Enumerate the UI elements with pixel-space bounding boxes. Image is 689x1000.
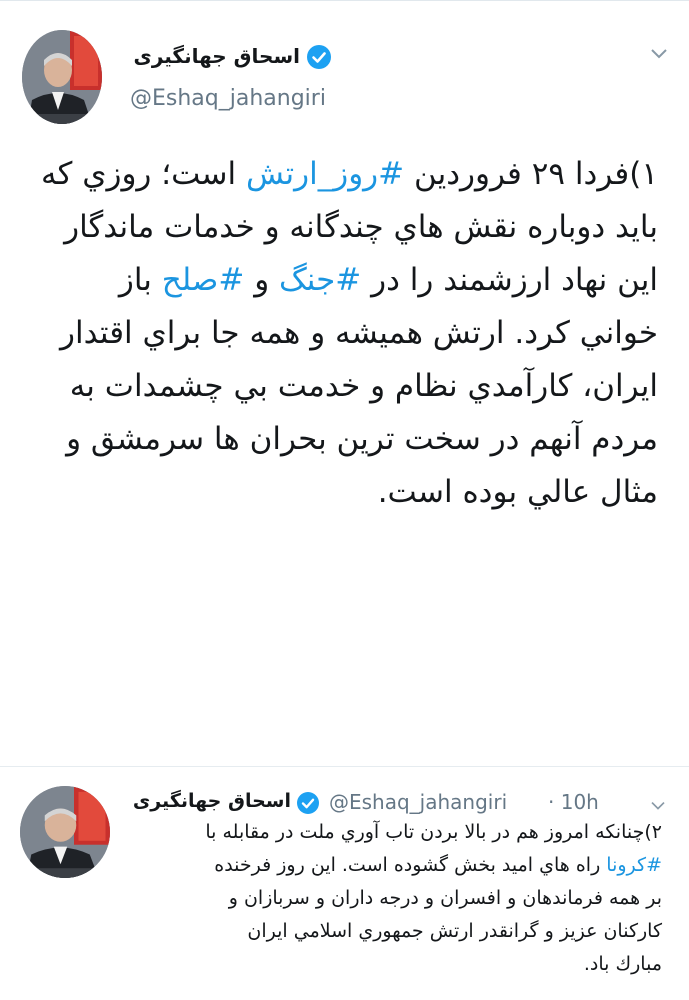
tweet-text: ۱)فردا ۲۹ فروردين #روز_ارتش است؛ روزي كه…: [30, 148, 658, 519]
verified-badge-icon: [307, 45, 331, 69]
tweet-line: بايد دوباره نقش هاي چندگانه و خدمات ماند…: [64, 209, 658, 245]
tweet-line: خواني كرد. ارتش هميشه و همه جا براي اقتد…: [60, 315, 658, 351]
tweet-line: ۲)چنانكه امروز هم در بالا بردن تاب آوري …: [205, 821, 662, 843]
hashtag-link[interactable]: #روز_ارتش: [246, 156, 404, 192]
author-name[interactable]: اسحاق جهانگیری: [130, 44, 301, 68]
verified-badge-icon: [297, 792, 319, 814]
author-name[interactable]: اسحاق جهانگیری: [126, 790, 291, 812]
author-handle[interactable]: @Eshaq_jahangiri: [130, 86, 326, 111]
tweet-line: بر همه فرماندهان و افسران و درجه داران و…: [228, 887, 662, 909]
tweet-line: مبارك باد.: [583, 953, 662, 975]
hashtag-link[interactable]: #كرونا: [606, 854, 662, 876]
chevron-down-icon[interactable]: [649, 46, 669, 60]
avatar[interactable]: [22, 30, 102, 124]
tweet-line: ۱)فردا ۲۹ فروردين #روز_ارتش است؛ روزي كه: [41, 156, 658, 192]
avatar[interactable]: [20, 786, 110, 878]
chevron-down-icon[interactable]: [649, 797, 667, 810]
tweet-line: مثال عالي بوده است.: [377, 474, 658, 510]
top-divider: [0, 0, 689, 1]
author-handle[interactable]: @Eshaq_jahangiri: [329, 790, 507, 814]
tweet-time[interactable]: · 10h: [548, 790, 599, 814]
tweet-line: مردم آنهم در سخت ترين بحران ها سرمشق و: [66, 421, 658, 457]
tweet-line: اين نهاد ارزشمند را در #جنگ و #صلح باز: [118, 262, 658, 298]
portrait-avatar-icon: [22, 30, 102, 124]
tweet-line: #كرونا راه هاي اميد بخش گشوده است. اين ر…: [214, 854, 662, 876]
tweet-line: كاركنان عزيز و گرانقدر ارتش جمهوري اسلام…: [247, 920, 662, 942]
tweet-text: ۲)چنانكه امروز هم در بالا بردن تاب آوري …: [120, 816, 662, 981]
hashtag-link[interactable]: #صلح: [162, 262, 245, 298]
portrait-avatar-icon: [20, 786, 110, 878]
hashtag-link[interactable]: #جنگ: [279, 262, 361, 298]
tweet-line: ايران، كارآمدي نظام و خدمت بي چشمدات به: [69, 368, 658, 404]
tweet-divider: [0, 766, 689, 767]
